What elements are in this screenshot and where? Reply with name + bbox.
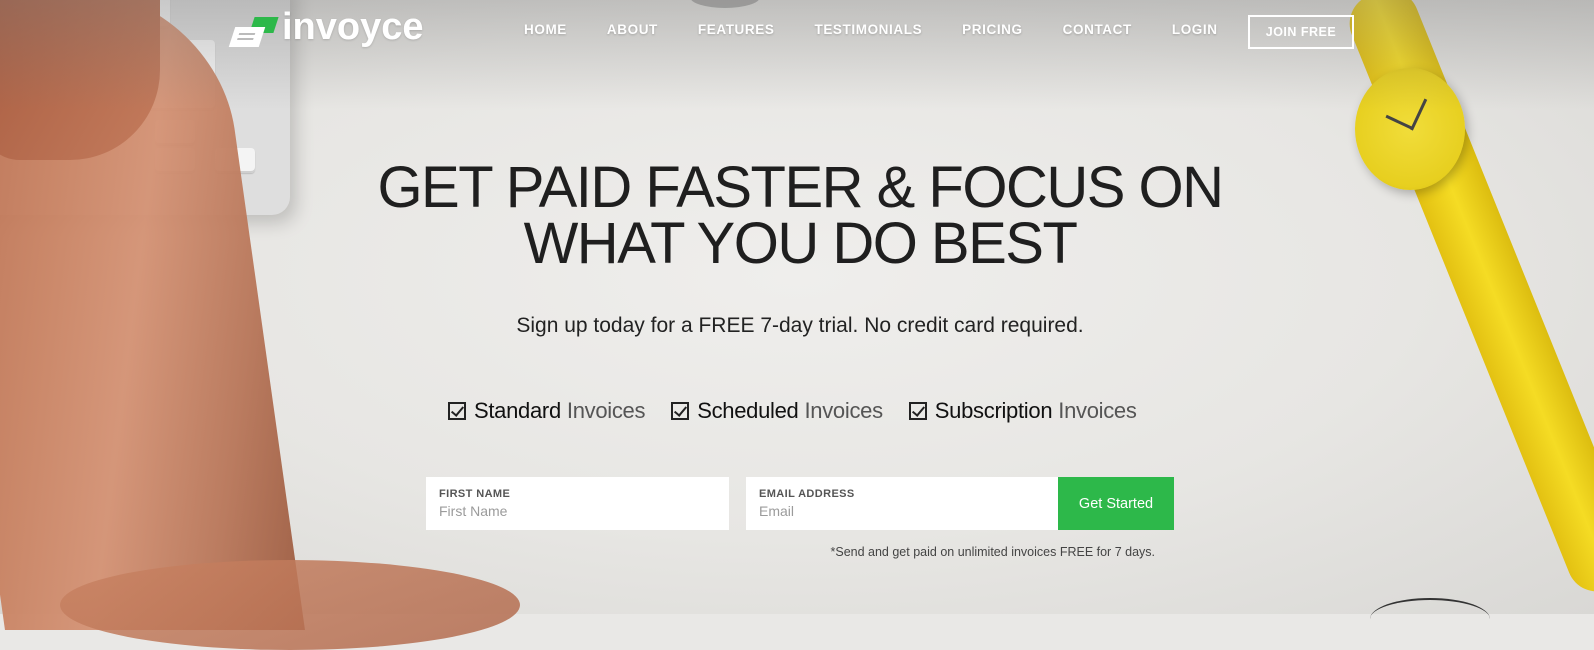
brand-logo[interactable]: invoyce	[228, 6, 424, 49]
feature-suffix: Invoices	[804, 398, 883, 423]
feature-title: Subscription	[934, 398, 1053, 423]
trial-note: *Send and get paid on unlimited invoices…	[830, 545, 1156, 559]
first-name-field: FIRST NAME	[426, 477, 729, 530]
first-name-input[interactable]	[439, 503, 716, 519]
first-name-label: FIRST NAME	[439, 488, 511, 500]
main-nav: HOME ABOUT FEATURES TESTIMONIALS PRICING…	[524, 22, 1258, 37]
invoice-logo-icon	[228, 13, 279, 49]
feature-title: Standard	[474, 398, 561, 423]
email-input[interactable]	[759, 503, 1045, 519]
hero-subline: Sign up today for a FREE 7-day trial. No…	[516, 314, 1084, 337]
feature-subscription: Subscription Invoices	[908, 398, 1137, 424]
feature-list: Standard Invoices Scheduled Invoices Sub…	[448, 398, 1163, 424]
checkbox-icon	[671, 402, 690, 420]
checkbox-icon	[908, 402, 927, 420]
cable-image	[1370, 598, 1490, 640]
checkbox-icon	[448, 402, 466, 420]
brand-name: invoyce	[282, 6, 424, 48]
get-started-button[interactable]: Get Started	[1058, 477, 1174, 530]
feature-standard: Standard Invoices	[448, 398, 646, 424]
email-label: EMAIL ADDRESS	[759, 488, 855, 500]
nav-contact[interactable]: CONTACT	[1063, 22, 1132, 37]
feature-suffix: Invoices	[1058, 398, 1137, 423]
nav-features[interactable]: FEATURES	[698, 22, 775, 37]
feature-title: Scheduled	[697, 398, 799, 423]
nav-login[interactable]: LOGIN	[1172, 22, 1218, 37]
nav-pricing[interactable]: PRICING	[962, 22, 1022, 37]
feature-scheduled: Scheduled Invoices	[671, 398, 883, 424]
join-free-button[interactable]: JOIN FREE	[1248, 15, 1354, 49]
email-field: EMAIL ADDRESS	[746, 477, 1058, 530]
forearm-image	[60, 560, 520, 650]
headline-line-2: WHAT YOU DO BEST	[523, 211, 1078, 276]
feature-suffix: Invoices	[566, 398, 646, 423]
nav-testimonials[interactable]: TESTIMONIALS	[814, 22, 922, 37]
hero-headline: GET PAID FASTER & FOCUS ON WHAT YOU DO B…	[340, 159, 1260, 273]
nav-about[interactable]: ABOUT	[607, 22, 658, 37]
nav-home[interactable]: HOME	[524, 22, 567, 37]
